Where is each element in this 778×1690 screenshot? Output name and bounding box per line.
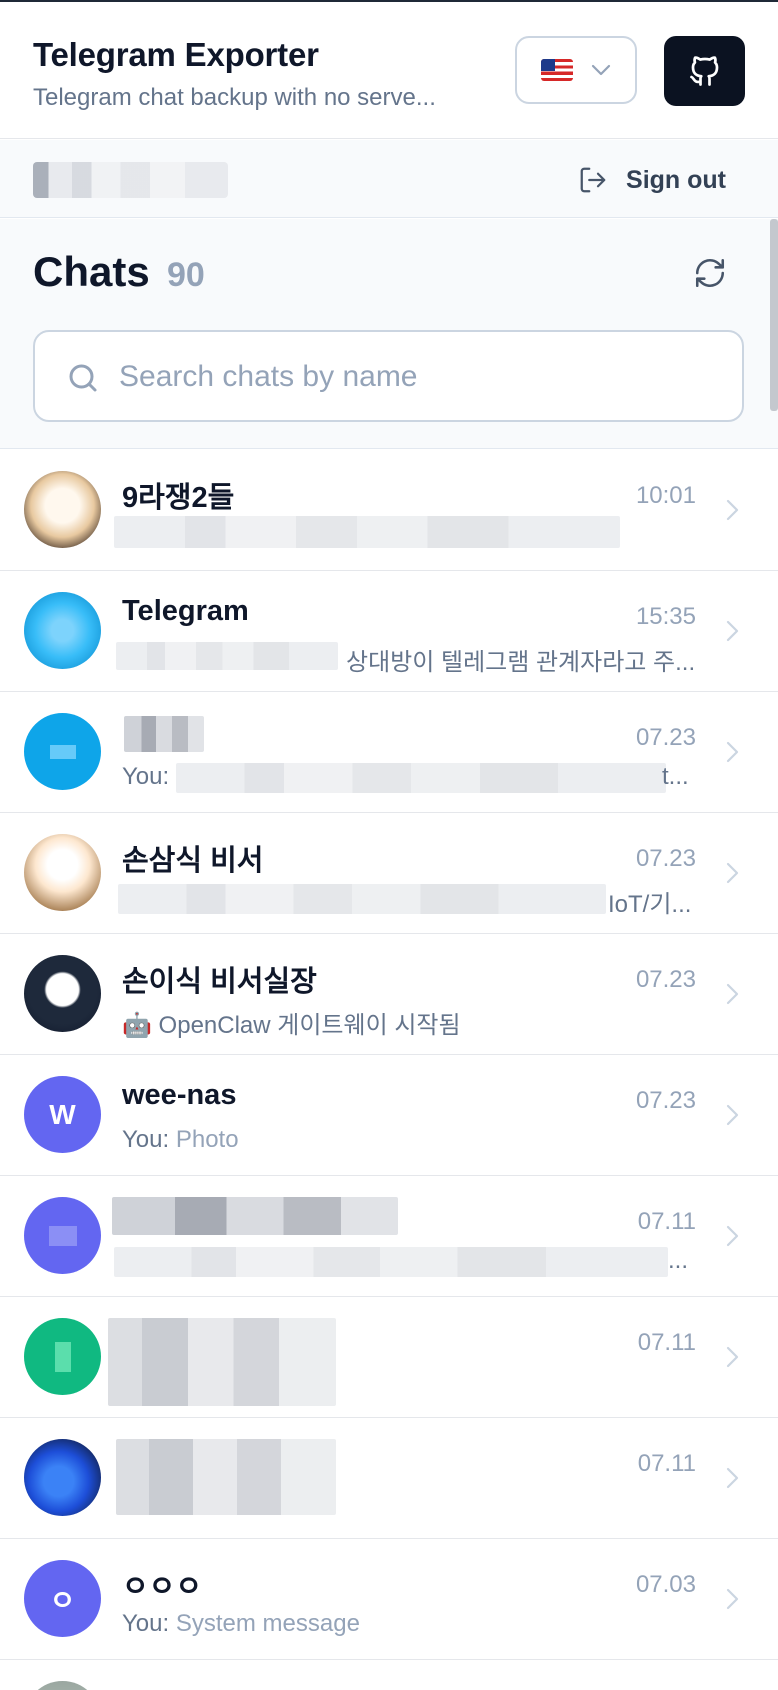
sign-out-icon	[580, 167, 606, 193]
search-input[interactable]	[119, 352, 719, 402]
chat-time: 07.03	[635, 1571, 696, 1598]
search-box[interactable]	[33, 330, 744, 422]
chat-preview-prefix: You:	[122, 763, 170, 790]
chat-preview-tail: t...	[662, 763, 689, 790]
chat-preview-tail: ...	[668, 1247, 689, 1274]
flag-us-icon	[541, 59, 573, 81]
chat-name: wee-nas	[122, 1079, 237, 1111]
chat-time: 07.23	[635, 845, 696, 872]
avatar	[24, 471, 101, 548]
chat-preview-redacted	[114, 516, 620, 548]
chat-time: 07.11	[637, 1329, 696, 1356]
chat-row[interactable]: ㅇ ㅇㅇㅇ 07.03 You: System message	[0, 1539, 778, 1660]
chats-count: 90	[167, 256, 205, 294]
chat-row[interactable]: 07.11	[0, 1418, 778, 1539]
chat-time: 07.11	[637, 1450, 696, 1477]
app-title: Telegram Exporter	[33, 36, 319, 73]
sign-out-button[interactable]: Sign out	[578, 162, 726, 198]
chevron-right-icon	[726, 741, 739, 763]
sign-out-label: Sign out	[626, 165, 726, 194]
chat-row[interactable]: 07.23 You: t...	[0, 692, 778, 813]
app-header: Telegram Exporter Telegram chat backup w…	[0, 2, 778, 139]
app-subtitle: Telegram chat backup with no serve...	[33, 84, 436, 111]
chevron-right-icon	[726, 862, 739, 884]
avatar: ㅇ	[24, 1560, 101, 1637]
chevron-right-icon	[726, 1467, 739, 1489]
chats-title: Chats	[33, 248, 150, 295]
refresh-button[interactable]	[688, 251, 732, 295]
chat-name-redacted	[112, 1197, 398, 1235]
avatar	[24, 1318, 101, 1395]
chat-time: 07.23	[635, 724, 696, 751]
chat-name: Telegram	[122, 595, 249, 627]
chat-preview: You: Photo	[122, 1126, 239, 1153]
chat-preview: 🤖 OpenClaw 게이트웨이 시작됨	[122, 1012, 461, 1039]
chevron-down-icon	[591, 64, 611, 76]
chat-preview-redacted	[116, 642, 338, 670]
chevron-right-icon	[726, 1346, 739, 1368]
avatar-letter: ㅇ	[49, 1584, 76, 1616]
chat-time: 07.23	[635, 1087, 696, 1114]
chat-row[interactable]: Telegram 15:35 상대방이 텔레그램 관계자라고 주...	[0, 571, 778, 692]
github-button[interactable]	[664, 36, 745, 106]
avatar	[24, 834, 101, 911]
account-bar: Sign out	[0, 140, 778, 218]
chat-name: 손삼식 비서	[122, 845, 264, 877]
chat-time: 07.23	[635, 966, 696, 993]
avatar	[24, 592, 101, 669]
chevron-right-icon	[726, 620, 739, 642]
chat-preview-redacted	[118, 884, 606, 914]
chat-preview-redacted	[176, 763, 666, 793]
chat-preview-tail: IoT/기...	[608, 891, 692, 918]
language-select[interactable]	[515, 36, 637, 104]
chat-row[interactable]: 9라쟁2들 10:01	[0, 450, 778, 571]
avatar	[24, 713, 101, 790]
account-name-redacted	[33, 162, 228, 198]
chat-preview-redacted	[114, 1247, 668, 1277]
chevron-right-icon	[726, 1588, 739, 1610]
avatar	[24, 955, 101, 1032]
chat-row[interactable]: 07.11 ...	[0, 1176, 778, 1297]
chat-row[interactable]: W wee-nas 07.23 You: Photo	[0, 1055, 778, 1176]
chat-row-partial[interactable]	[0, 1660, 778, 1690]
chats-header: Chats 90	[0, 219, 778, 449]
chevron-right-icon	[726, 499, 739, 521]
chat-list: 9라쟁2들 10:01 Telegram 15:35 상대방이 텔레그램 관계자…	[0, 450, 778, 1690]
search-icon	[69, 364, 97, 392]
refresh-icon	[695, 258, 725, 288]
avatar	[24, 1681, 101, 1690]
chevron-right-icon	[726, 1104, 739, 1126]
chat-name: 손이식 비서실장	[122, 966, 317, 998]
github-icon	[689, 56, 718, 86]
scrollbar[interactable]	[770, 219, 778, 411]
chat-preview: You: System message	[122, 1610, 360, 1637]
chat-name: 9라쟁2들	[122, 482, 235, 514]
chat-row[interactable]: 07.11	[0, 1297, 778, 1418]
avatar: W	[24, 1076, 101, 1153]
chat-row[interactable]: 손이식 비서실장 07.23 🤖 OpenClaw 게이트웨이 시작됨	[0, 934, 778, 1055]
chat-time: 15:35	[635, 603, 696, 630]
chat-preview: 상대방이 텔레그램 관계자라고 주...	[346, 649, 696, 676]
avatar-letter: W	[49, 1098, 76, 1130]
chevron-right-icon	[726, 983, 739, 1005]
avatar	[24, 1197, 101, 1274]
chevron-right-icon	[726, 1225, 739, 1247]
chat-time: 10:01	[635, 482, 696, 509]
chat-name-redacted	[108, 1318, 336, 1406]
chat-time: 07.11	[637, 1208, 696, 1235]
chat-row[interactable]: 손삼식 비서 07.23 IoT/기...	[0, 813, 778, 934]
chat-name: ㅇㅇㅇ	[122, 1571, 203, 1603]
avatar	[24, 1439, 101, 1516]
chat-name-redacted	[124, 716, 204, 752]
chat-name-redacted	[116, 1439, 336, 1515]
